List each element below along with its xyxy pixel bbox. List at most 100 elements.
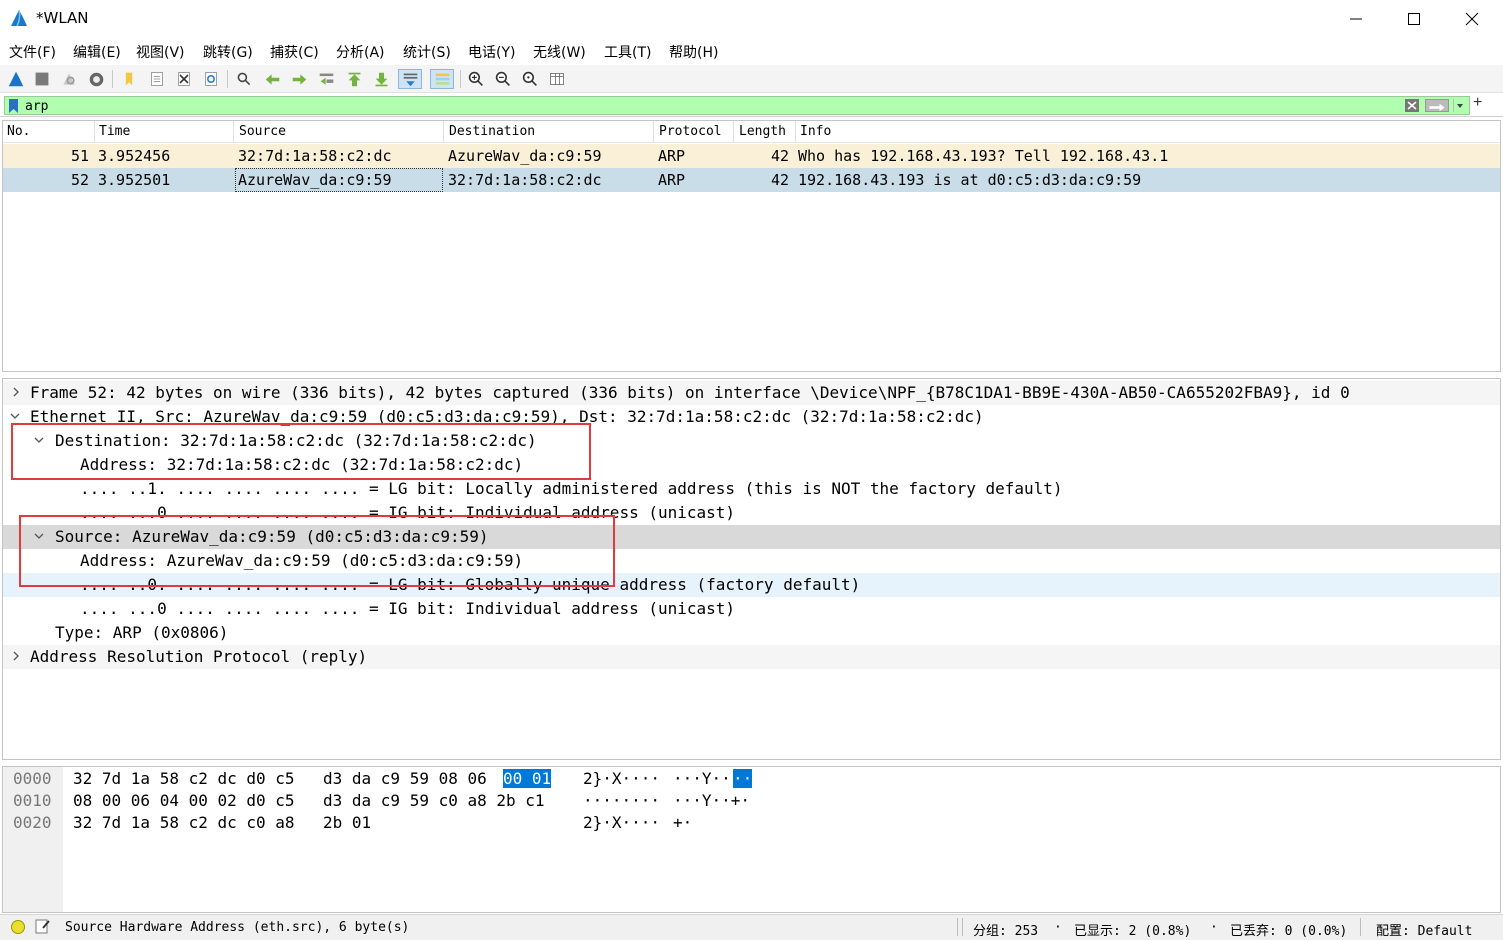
go-forward-icon[interactable] bbox=[289, 69, 309, 89]
tree-item-destination-address[interactable]: Address: 32:7d:1a:58:c2:dc (32:7d:1a:58:… bbox=[3, 453, 1500, 477]
find-packet-icon[interactable] bbox=[234, 69, 254, 89]
packet-info: 192.168.43.193 is at d0:c5:d3:da:c9:59 bbox=[798, 171, 1142, 189]
hex-row[interactable]: 0000 32 7d 1a 58 c2 dc d0 c5 d3 da c9 59… bbox=[3, 768, 1500, 790]
autoscroll-icon[interactable] bbox=[398, 69, 422, 89]
go-last-icon[interactable] bbox=[371, 69, 391, 89]
add-filter-button[interactable]: + bbox=[1473, 94, 1482, 112]
go-to-packet-icon[interactable] bbox=[316, 69, 336, 89]
column-divider[interactable] bbox=[233, 121, 234, 143]
status-separator[interactable] bbox=[957, 918, 958, 936]
display-filter-field[interactable] bbox=[4, 96, 1470, 115]
tree-item-arp[interactable]: Address Resolution Protocol (reply) bbox=[3, 645, 1500, 669]
menu-go[interactable]: 跳转(G) bbox=[203, 42, 253, 62]
menu-telephony[interactable]: 电话(Y) bbox=[468, 42, 515, 62]
capture-comment-icon[interactable] bbox=[34, 918, 50, 934]
reload-file-icon[interactable] bbox=[201, 69, 221, 89]
clear-filter-icon[interactable] bbox=[1405, 99, 1419, 112]
bookmark-icon[interactable] bbox=[9, 99, 18, 113]
chevron-right-icon[interactable] bbox=[10, 386, 22, 398]
status-field-info: Source Hardware Address (eth.src), 6 byt… bbox=[65, 920, 410, 935]
start-capture-icon[interactable] bbox=[6, 69, 26, 89]
tree-item-label: Source: AzureWav_da:c9:59 (d0:c5:d3:da:c… bbox=[55, 527, 489, 546]
hex-bytes: d3 da c9 59 08 06 bbox=[323, 769, 487, 788]
close-button[interactable] bbox=[1443, 0, 1501, 38]
chevron-down-icon[interactable] bbox=[9, 410, 21, 422]
hex-offset: 0010 bbox=[13, 791, 52, 810]
close-file-icon[interactable] bbox=[174, 69, 194, 89]
menu-file[interactable]: 文件(F) bbox=[9, 42, 56, 62]
tree-item-frame[interactable]: Frame 52: 42 bytes on wire (336 bits), 4… bbox=[3, 381, 1500, 405]
column-divider[interactable] bbox=[795, 121, 796, 143]
status-profile[interactable]: 配置: Default bbox=[1376, 920, 1472, 939]
status-separator[interactable] bbox=[962, 918, 963, 936]
packet-list-header: No. Time Source Destination Protocol Len… bbox=[3, 121, 1500, 143]
expert-info-icon[interactable] bbox=[11, 920, 25, 934]
column-header-info[interactable]: Info bbox=[800, 124, 831, 139]
column-header-no[interactable]: No. bbox=[7, 124, 30, 139]
tree-item-destination[interactable]: Destination: 32:7d:1a:58:c2:dc (32:7d:1a… bbox=[3, 429, 1500, 453]
tree-item-source-lg-bit[interactable]: .... ..0. .... .... .... .... = LG bit: … bbox=[3, 573, 1500, 597]
resize-columns-icon[interactable] bbox=[547, 69, 567, 89]
chevron-down-icon[interactable] bbox=[1453, 99, 1465, 112]
menu-analyze[interactable]: 分析(A) bbox=[336, 42, 385, 62]
packet-protocol: ARP bbox=[658, 171, 686, 189]
tree-item-ethernet[interactable]: Ethernet II, Src: AzureWav_da:c9:59 (d0:… bbox=[3, 405, 1500, 429]
capture-options-icon[interactable] bbox=[86, 69, 106, 89]
display-filter-input[interactable] bbox=[25, 98, 1405, 114]
tree-item-source[interactable]: Source: AzureWav_da:c9:59 (d0:c5:d3:da:c… bbox=[3, 525, 1500, 549]
maximize-icon bbox=[1408, 13, 1420, 25]
go-back-icon[interactable] bbox=[262, 69, 282, 89]
colorize-icon[interactable] bbox=[430, 69, 454, 89]
menu-capture[interactable]: 捕获(C) bbox=[270, 42, 319, 62]
maximize-button[interactable] bbox=[1385, 0, 1443, 38]
column-divider[interactable] bbox=[653, 121, 654, 143]
packet-list[interactable]: No. Time Source Destination Protocol Len… bbox=[2, 120, 1501, 372]
menu-bar: 文件(F) 编辑(E) 视图(V) 跳转(G) 捕获(C) 分析(A) 统计(S… bbox=[0, 38, 1503, 65]
menu-tools[interactable]: 工具(T) bbox=[604, 42, 651, 62]
chevron-down-icon[interactable] bbox=[33, 530, 45, 542]
normal-size-icon[interactable] bbox=[520, 69, 540, 89]
save-file-icon[interactable] bbox=[147, 69, 167, 89]
status-separator[interactable] bbox=[1360, 918, 1361, 936]
packet-row[interactable]: 51 3.952456 32:7d:1a:58:c2:dc AzureWav_d… bbox=[3, 144, 1500, 168]
go-first-icon[interactable] bbox=[344, 69, 364, 89]
tree-item-destination-lg-bit[interactable]: .... ..1. .... .... .... .... = LG bit: … bbox=[3, 477, 1500, 501]
column-divider[interactable] bbox=[443, 121, 444, 143]
menu-edit[interactable]: 编辑(E) bbox=[73, 42, 121, 62]
status-packets: 分组: 253 bbox=[973, 924, 1039, 939]
tree-item-label: Destination: 32:7d:1a:58:c2:dc (32:7d:1a… bbox=[55, 431, 537, 450]
tree-item-label: Address: 32:7d:1a:58:c2:dc (32:7d:1a:58:… bbox=[80, 455, 524, 474]
menu-help[interactable]: 帮助(H) bbox=[669, 42, 718, 62]
chevron-right-icon[interactable] bbox=[10, 650, 22, 662]
column-divider[interactable] bbox=[94, 121, 95, 143]
chevron-down-icon[interactable] bbox=[33, 434, 45, 446]
packet-bytes-pane[interactable]: 0000 32 7d 1a 58 c2 dc d0 c5 d3 da c9 59… bbox=[2, 766, 1501, 913]
packet-row-selected[interactable]: 52 3.952501 AzureWav_da:c9:59 32:7d:1a:5… bbox=[3, 168, 1500, 192]
hex-row[interactable]: 0010 08 00 06 04 00 02 d0 c5 d3 da c9 59… bbox=[3, 790, 1500, 812]
minimize-icon bbox=[1350, 18, 1362, 20]
packet-details-tree[interactable]: Frame 52: 42 bytes on wire (336 bits), 4… bbox=[2, 378, 1501, 760]
open-file-icon[interactable] bbox=[119, 69, 139, 89]
menu-wireless[interactable]: 无线(W) bbox=[533, 42, 586, 62]
column-header-destination[interactable]: Destination bbox=[449, 124, 535, 139]
hex-row[interactable]: 0020 32 7d 1a 58 c2 dc c0 a8 2b 01 2}·X·… bbox=[3, 812, 1500, 834]
tree-item-destination-ig-bit[interactable]: .... ...0 .... .... .... .... = IG bit: … bbox=[3, 501, 1500, 525]
apply-filter-icon[interactable] bbox=[1425, 99, 1449, 112]
column-header-source[interactable]: Source bbox=[239, 124, 286, 139]
column-divider[interactable] bbox=[733, 121, 734, 143]
column-header-length[interactable]: Length bbox=[739, 124, 786, 139]
zoom-out-icon[interactable] bbox=[493, 69, 513, 89]
column-header-time[interactable]: Time bbox=[99, 124, 130, 139]
menu-statistics[interactable]: 统计(S) bbox=[403, 42, 451, 62]
tree-item-type[interactable]: Type: ARP (0x0806) bbox=[3, 621, 1500, 645]
tree-item-label: Ethernet II, Src: AzureWav_da:c9:59 (d0:… bbox=[30, 407, 984, 426]
tree-item-source-ig-bit[interactable]: .... ...0 .... .... .... .... = IG bit: … bbox=[3, 597, 1500, 621]
stop-capture-icon[interactable] bbox=[32, 69, 52, 89]
zoom-in-icon[interactable] bbox=[466, 69, 486, 89]
toolbar-separator bbox=[460, 70, 461, 88]
menu-view[interactable]: 视图(V) bbox=[136, 42, 185, 62]
minimize-button[interactable] bbox=[1327, 0, 1385, 38]
tree-item-source-address[interactable]: Address: AzureWav_da:c9:59 (d0:c5:d3:da:… bbox=[3, 549, 1500, 573]
column-header-protocol[interactable]: Protocol bbox=[659, 124, 722, 139]
restart-capture-icon[interactable] bbox=[59, 69, 79, 89]
